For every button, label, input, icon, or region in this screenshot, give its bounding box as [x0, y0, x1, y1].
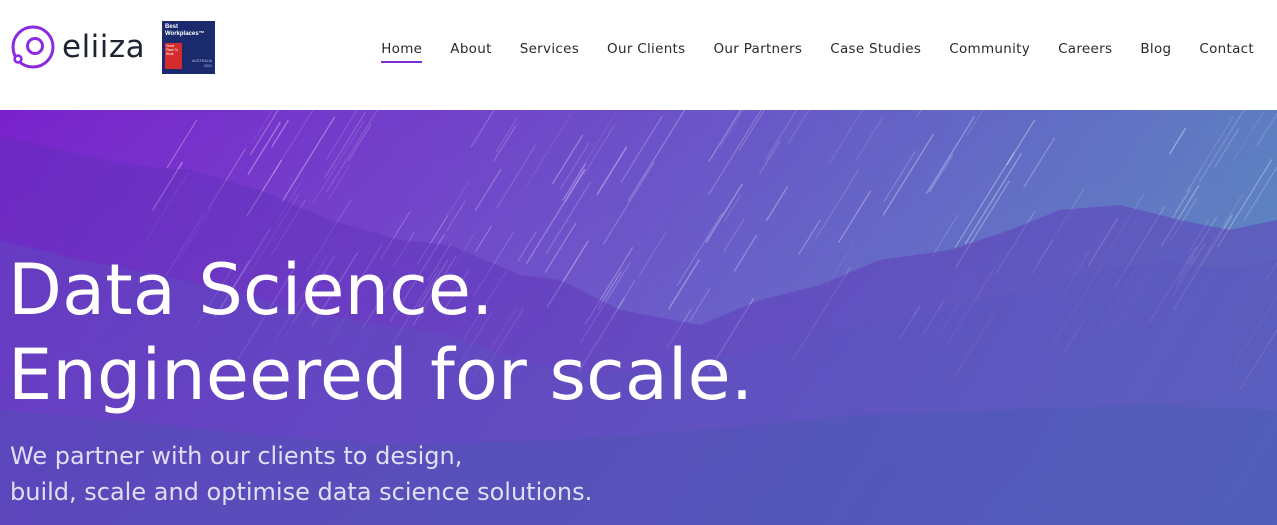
eliiza-logo-icon	[11, 25, 55, 69]
nav-home[interactable]: Home	[381, 40, 423, 63]
nav-community[interactable]: Community	[949, 40, 1030, 58]
hero-headline-line2: Engineered for scale.	[8, 334, 754, 416]
logo[interactable]: eliiza	[10, 24, 145, 70]
hero-subheadline-line2: build, scale and optimise data science s…	[10, 478, 593, 506]
nav-our-clients[interactable]: Our Clients	[607, 40, 685, 58]
hero-section: Data Science. Engineered for scale. We p…	[0, 110, 1277, 525]
nav-our-partners[interactable]: Our Partners	[713, 40, 802, 58]
hero-subheadline: We partner with our clients to design, b…	[10, 438, 592, 510]
best-workplaces-badge: Best Workplaces™ Great Place To Work. AU…	[162, 21, 215, 74]
badge-country: AUSTRALIA 2021	[192, 59, 212, 68]
badge-title: Best Workplaces™	[165, 24, 205, 37]
nav-careers[interactable]: Careers	[1058, 40, 1112, 58]
badge-country-name: AUSTRALIA	[192, 59, 212, 64]
nav-case-studies[interactable]: Case Studies	[830, 40, 921, 58]
hero-headline: Data Science. Engineered for scale.	[8, 248, 753, 418]
site-header: eliiza Best Workplaces™ Great Place To W…	[0, 0, 1277, 110]
badge-year: 2021	[204, 63, 212, 68]
nav-services[interactable]: Services	[520, 40, 579, 58]
nav-contact[interactable]: Contact	[1199, 40, 1254, 58]
great-place-to-work-mark: Great Place To Work.	[165, 43, 182, 69]
hero-subheadline-line1: We partner with our clients to design,	[10, 442, 463, 470]
main-nav: Home About Services Our Clients Our Part…	[381, 40, 1254, 63]
logo-text: eliiza	[62, 29, 146, 65]
nav-about[interactable]: About	[450, 40, 491, 58]
nav-blog[interactable]: Blog	[1140, 40, 1171, 58]
hero-headline-line1: Data Science.	[8, 249, 494, 331]
